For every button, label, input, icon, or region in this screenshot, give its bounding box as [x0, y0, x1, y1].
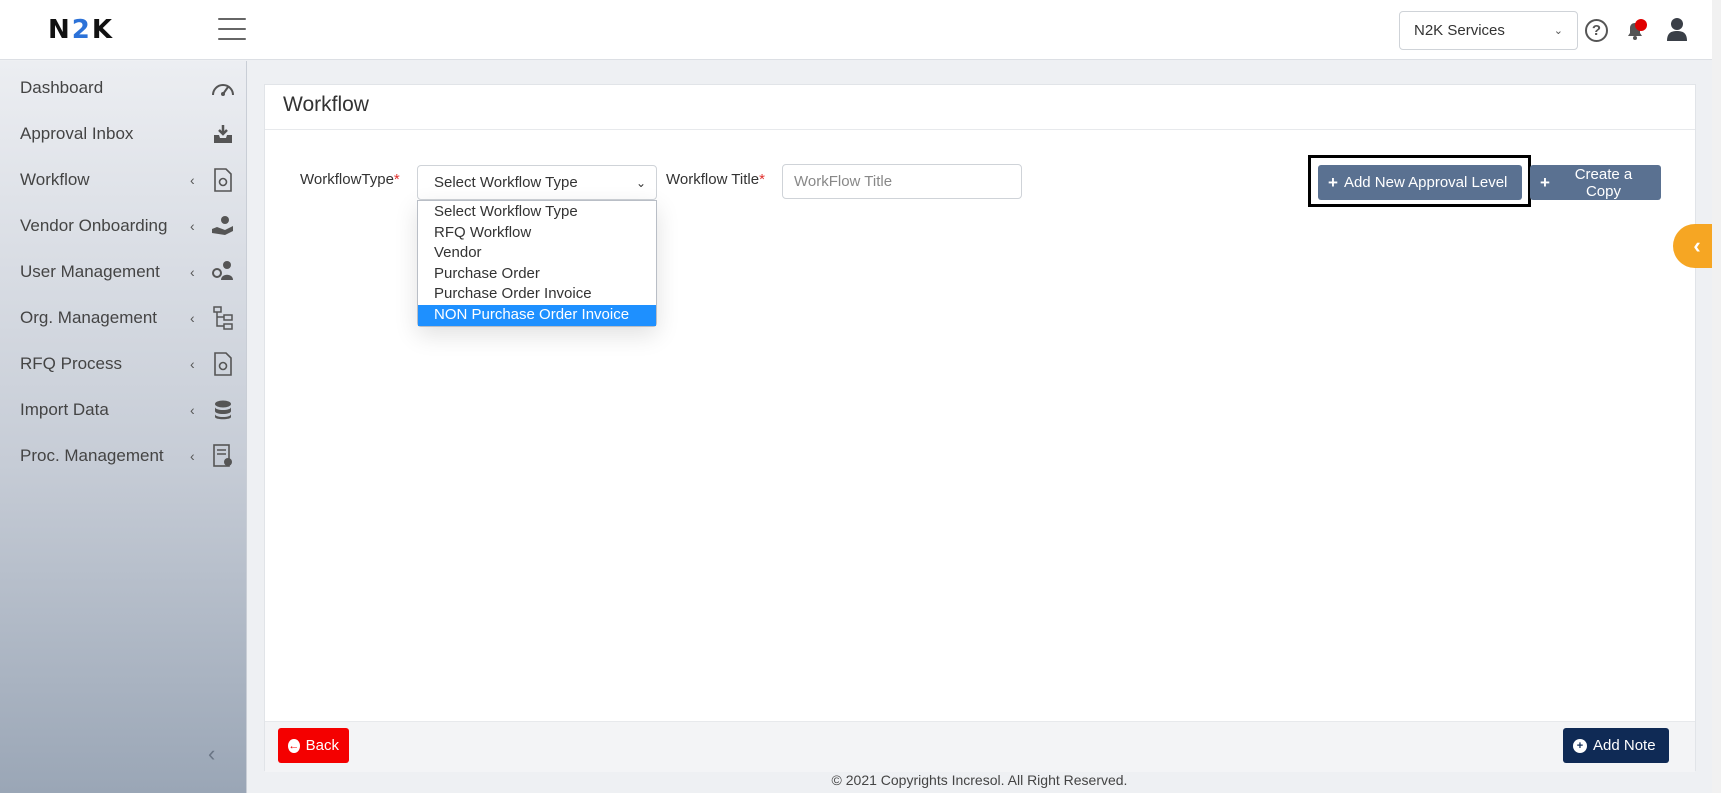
- scrollbar[interactable]: [1712, 0, 1721, 793]
- sidebar-item-user-management[interactable]: User Management ‹: [0, 250, 247, 294]
- page-title: Workflow: [283, 93, 369, 116]
- inbox-icon: [210, 121, 236, 147]
- workflow-type-label-text: WorkflowType: [300, 171, 394, 188]
- chevron-left-icon: ‹: [190, 218, 195, 234]
- dropdown-option[interactable]: Purchase Order: [418, 264, 656, 285]
- chevron-left-icon: ‹: [190, 448, 195, 464]
- chevron-left-icon: ‹: [190, 310, 195, 326]
- chevron-down-icon: ⌄: [1553, 25, 1563, 37]
- dashboard-icon: [210, 75, 236, 101]
- n2k-logo[interactable]: N2K: [48, 15, 114, 45]
- back-arrow-icon: ←: [288, 738, 300, 753]
- dropdown-option-selected[interactable]: NON Purchase Order Invoice: [418, 304, 656, 326]
- add-note-label: Add Note: [1593, 737, 1656, 754]
- users-gear-icon: [210, 259, 236, 285]
- dropdown-option[interactable]: Purchase Order Invoice: [418, 284, 656, 305]
- org-tree-icon: [210, 305, 236, 331]
- dropdown-option[interactable]: Select Workflow Type: [418, 202, 656, 223]
- card-footer: [265, 722, 1695, 772]
- sidebar-item-approval-inbox[interactable]: Approval Inbox: [0, 112, 247, 156]
- help-icon[interactable]: ?: [1585, 19, 1608, 42]
- workflow-type-select-value: Select Workflow Type: [434, 174, 578, 191]
- chevron-left-icon: ‹: [190, 402, 195, 418]
- workflow-title-input[interactable]: [782, 164, 1022, 199]
- sidebar-collapse-icon[interactable]: ‹: [208, 741, 228, 771]
- sidebar-item-vendor-onboarding[interactable]: Vendor Onboarding ‹: [0, 204, 247, 248]
- top-header: N2K N2K Services ⌄ ?: [0, 0, 1721, 60]
- document-gear-icon: [210, 167, 236, 193]
- add-new-approval-level-label: Add New Approval Level: [1343, 174, 1508, 191]
- plus-icon: +: [1540, 172, 1550, 192]
- add-note-button[interactable]: + Add Note: [1563, 728, 1669, 763]
- bell-icon[interactable]: [1622, 17, 1648, 43]
- user-icon[interactable]: [1664, 17, 1690, 43]
- hand-person-icon: [210, 213, 236, 239]
- sidebar-item-import-data[interactable]: Import Data ‹: [0, 388, 247, 432]
- plus-icon: +: [1328, 172, 1338, 192]
- sidebar-item-dashboard[interactable]: Dashboard: [0, 66, 247, 110]
- report-gear-icon: [210, 443, 236, 469]
- sidebar-item-rfq-process[interactable]: RFQ Process ‹: [0, 342, 247, 386]
- document-gear-icon: [210, 351, 236, 377]
- workflow-type-select[interactable]: Select Workflow Type ⌄: [417, 165, 657, 200]
- company-selector[interactable]: N2K Services ⌄: [1399, 11, 1578, 50]
- sidebar-item-proc-management[interactable]: Proc. Management ‹: [0, 434, 247, 478]
- workflow-title-label-text: Workflow Title: [666, 171, 760, 188]
- back-label: Back: [305, 737, 339, 754]
- back-button[interactable]: ← Back: [278, 728, 349, 763]
- database-import-icon: [210, 397, 236, 423]
- divider: [265, 129, 1695, 130]
- sidebar-item-workflow[interactable]: Workflow ‹: [0, 158, 247, 202]
- required-mark: *: [759, 171, 765, 188]
- workflow-type-label: WorkflowType*: [300, 171, 400, 188]
- plus-circle-icon: +: [1573, 738, 1587, 753]
- dropdown-option[interactable]: Vendor: [418, 243, 656, 264]
- add-new-approval-level-button[interactable]: + Add New Approval Level: [1318, 165, 1522, 200]
- menu-icon[interactable]: [218, 18, 246, 42]
- workflow-title-label: Workflow Title*: [666, 171, 765, 188]
- chevron-left-icon: ‹: [190, 264, 195, 280]
- chevron-left-icon: ‹: [190, 172, 195, 188]
- chevron-left-icon: ‹: [190, 356, 195, 372]
- required-mark: *: [393, 171, 400, 188]
- company-selector-value: N2K Services: [1414, 22, 1505, 39]
- workflow-card: Workflow WorkflowType* Select Workflow T…: [264, 84, 1696, 772]
- dropdown-option[interactable]: RFQ Workflow: [418, 223, 656, 244]
- sidebar: Dashboard Approval Inbox Workflow ‹ Vend…: [0, 61, 247, 793]
- copyright-footer: © 2021 Copyrights Incresol. All Right Re…: [831, 772, 1128, 788]
- sidebar-item-org-management[interactable]: Org. Management ‹: [0, 296, 247, 340]
- create-copy-button[interactable]: + Create a Copy: [1530, 165, 1661, 200]
- create-copy-label: Create a Copy: [1574, 165, 1633, 200]
- chevron-down-icon: ⌄: [635, 175, 646, 190]
- workflow-type-dropdown: Select Workflow Type RFQ Workflow Vendor…: [417, 200, 657, 327]
